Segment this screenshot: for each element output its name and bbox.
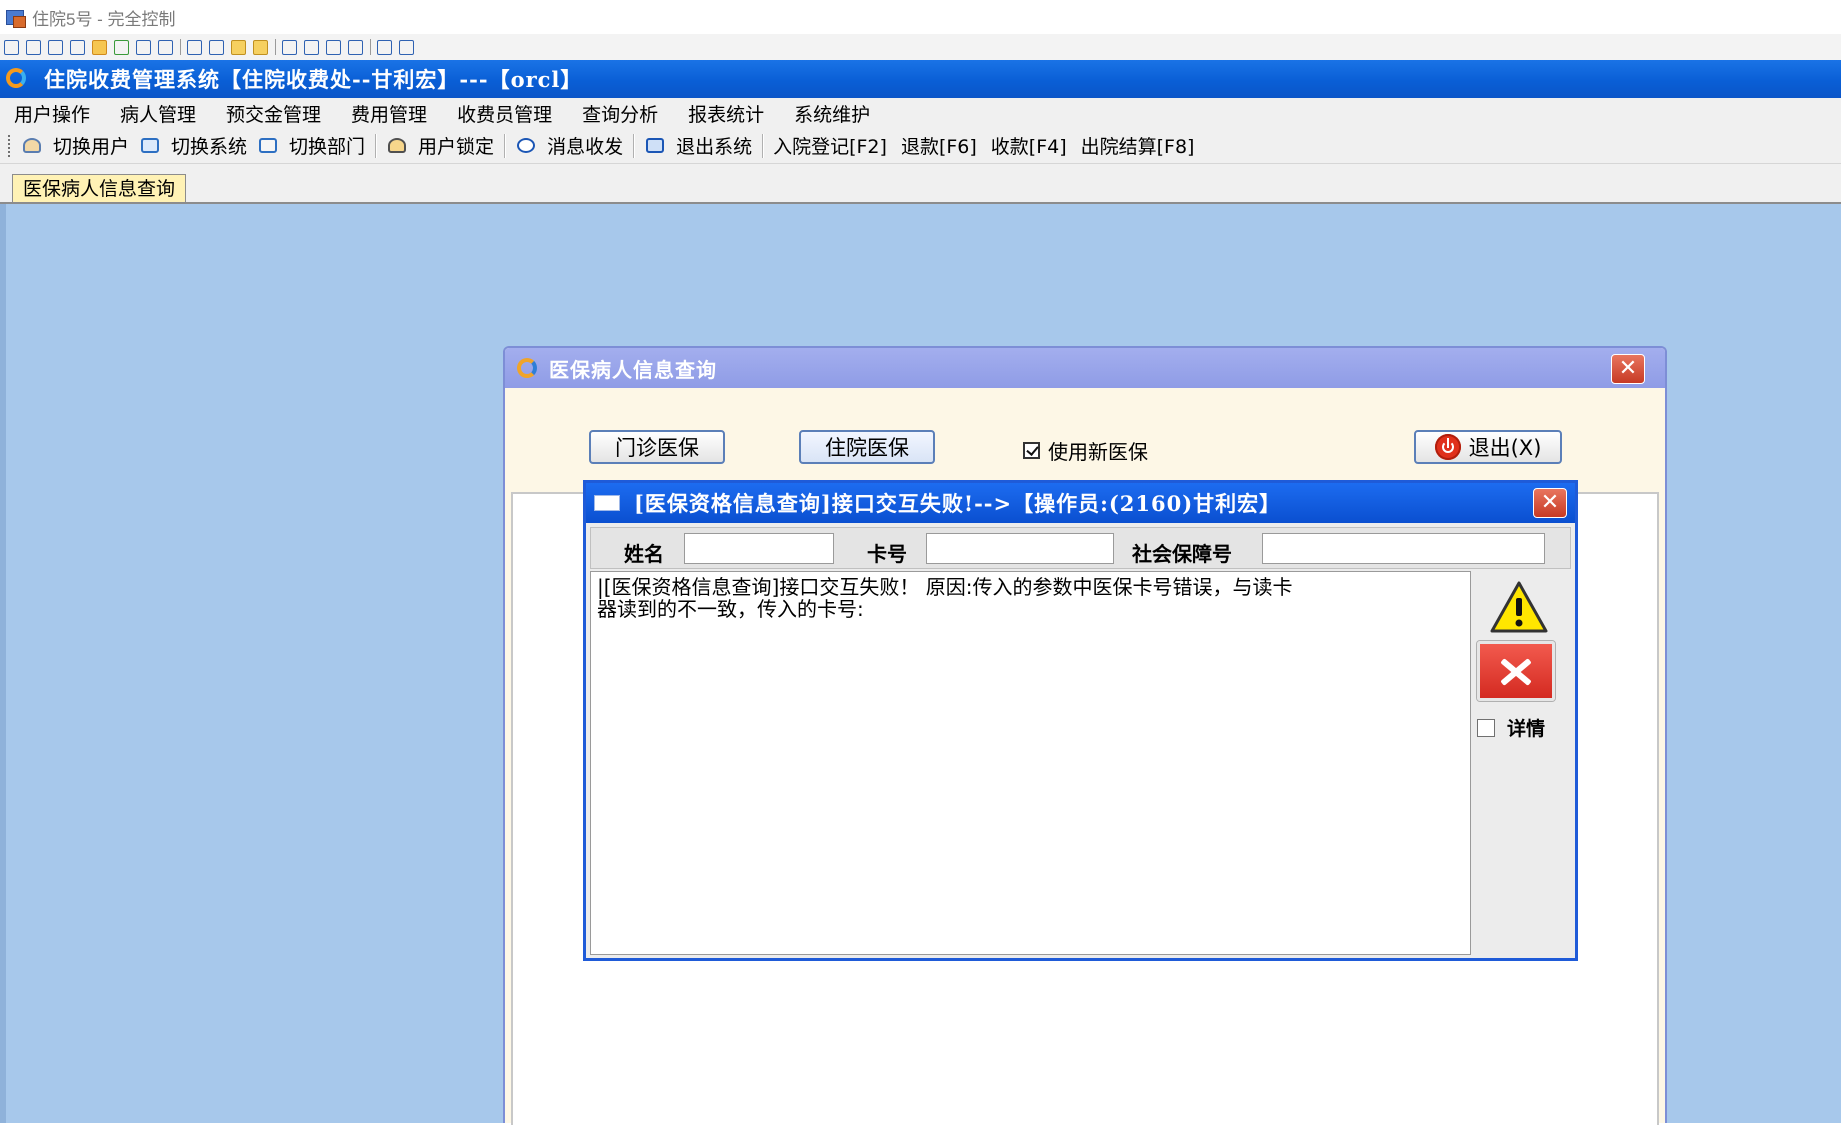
- menu-item-fee-mgmt[interactable]: 费用管理: [351, 100, 427, 127]
- toolbar-separator: [180, 39, 181, 55]
- toolbar-separator: [275, 39, 276, 55]
- menu-item-reports[interactable]: 报表统计: [688, 100, 764, 127]
- social-security-field[interactable]: [1262, 533, 1545, 564]
- menu-item-patient-mgmt[interactable]: 病人管理: [120, 100, 196, 127]
- inpatient-insurance-button[interactable]: 住院医保: [799, 430, 935, 464]
- menu-item-system-maintenance[interactable]: 系统维护: [794, 100, 870, 127]
- toolbar-grip[interactable]: [8, 134, 13, 157]
- exit-button-label: 退出(X): [1468, 436, 1542, 460]
- remote-tool-icon[interactable]: [187, 39, 202, 55]
- remote-tool-icon[interactable]: [70, 39, 85, 55]
- use-new-insurance-label: 使用新医保: [1048, 440, 1148, 464]
- remote-toolbar: [0, 34, 1841, 60]
- card-label: 卡号: [867, 542, 907, 566]
- remote-tool-icon[interactable]: [231, 39, 246, 55]
- switch-system-label: 切换系统: [171, 136, 248, 158]
- messages-button[interactable]: 消息收发: [515, 132, 623, 159]
- remote-tool-icon[interactable]: [253, 39, 268, 55]
- switch-user-button[interactable]: 切换用户: [21, 132, 129, 159]
- use-new-insurance-checkbox[interactable]: 使用新医保: [1023, 436, 1148, 465]
- remote-tool-icon[interactable]: [158, 39, 173, 55]
- insurance-query-titlebar[interactable]: 医保病人信息查询 ✕: [505, 348, 1665, 388]
- power-icon: [1434, 434, 1461, 460]
- menu-bar: 用户操作 病人管理 预交金管理 费用管理 收费员管理 查询分析 报表统计 系统维…: [0, 98, 1841, 128]
- menu-item-prepayment-mgmt[interactable]: 预交金管理: [226, 100, 321, 127]
- remote-tool-icon[interactable]: [48, 39, 63, 55]
- app-title: 住院收费管理系统【住院收费处--甘利宏】---【orcl】: [44, 67, 583, 92]
- exit-button[interactable]: 退出(X): [1414, 430, 1562, 464]
- warning-icon: [1490, 581, 1548, 633]
- switch-user-label: 切换用户: [53, 136, 130, 158]
- remote-tool-icon[interactable]: [326, 39, 341, 55]
- exit-icon: [644, 135, 668, 157]
- main-toolbar: 切换用户 切换系统 切换部门 用户锁定 消息收发 退出系统 入院登记[F2] 退…: [0, 128, 1841, 164]
- window-icon: [594, 495, 620, 511]
- card-number-field[interactable]: [926, 533, 1114, 564]
- messages-label: 消息收发: [547, 136, 624, 158]
- error-dialog-titlebar[interactable]: [医保资格信息查询]接口交互失败!-->【操作员:(2160)甘利宏】 ✕: [586, 483, 1575, 523]
- checkbox-checked-icon[interactable]: [1023, 442, 1040, 459]
- exit-system-button[interactable]: 退出系统: [644, 132, 752, 159]
- close-icon[interactable]: ✕: [1611, 354, 1645, 384]
- exit-system-label: 退出系统: [676, 136, 753, 158]
- admission-button[interactable]: 入院登记[F2]: [773, 132, 887, 159]
- toolbar-separator: [375, 133, 377, 158]
- user-lock-label: 用户锁定: [418, 136, 495, 158]
- insurance-query-title: 医保病人信息查询: [549, 357, 717, 382]
- toolbar-separator: [504, 133, 506, 158]
- collect-button[interactable]: 收款[F4]: [991, 132, 1067, 159]
- detail-label: 详情: [1507, 718, 1546, 740]
- menu-item-user-ops[interactable]: 用户操作: [14, 100, 90, 127]
- detail-checkbox-box[interactable]: [1477, 718, 1495, 737]
- menu-item-cashier-mgmt[interactable]: 收费员管理: [457, 100, 552, 127]
- outpatient-insurance-button[interactable]: 门诊医保: [589, 430, 725, 464]
- name-label: 姓名: [624, 542, 664, 566]
- remote-tool-icon[interactable]: [136, 39, 151, 55]
- switch-user-icon: [21, 135, 45, 157]
- switch-system-icon: [139, 135, 163, 157]
- remote-tool-icon[interactable]: [4, 39, 19, 55]
- refund-button[interactable]: 退款[F6]: [901, 132, 977, 159]
- remote-tool-icon[interactable]: [377, 39, 392, 55]
- switch-dept-button[interactable]: 切换部门: [257, 132, 365, 159]
- error-message-textarea[interactable]: |[医保资格信息查询]接口交互失败！ 原因:传入的参数中医保卡号错误，与读卡 器…: [590, 571, 1471, 955]
- menu-item-query-analysis[interactable]: 查询分析: [582, 100, 658, 127]
- toolbar-separator: [762, 133, 764, 158]
- user-lock-button[interactable]: 用户锁定: [386, 132, 494, 159]
- tab-strip: 医保病人信息查询: [0, 164, 1841, 204]
- ssn-label: 社会保障号: [1132, 542, 1232, 566]
- error-dialog-title: [医保资格信息查询]接口交互失败!-->【操作员:(2160)甘利宏】: [634, 491, 1282, 516]
- remote-window-title: 住院5号 - 完全控制: [32, 9, 176, 29]
- app-titlebar: 住院收费管理系统【住院收费处--甘利宏】---【orcl】: [0, 60, 1841, 98]
- error-dialog: [医保资格信息查询]接口交互失败!-->【操作员:(2160)甘利宏】 ✕ 姓名…: [583, 480, 1578, 961]
- remote-tool-icon[interactable]: [114, 39, 129, 55]
- switch-dept-label: 切换部门: [289, 136, 366, 158]
- app-logo-icon: [4, 66, 30, 92]
- toolbar-separator: [633, 133, 635, 158]
- patient-fields-row: 姓名 卡号 社会保障号: [590, 527, 1571, 569]
- remote-app-icon: [4, 7, 26, 28]
- tab-insurance-query[interactable]: 医保病人信息查询: [12, 174, 187, 203]
- remote-tool-icon[interactable]: [282, 39, 297, 55]
- remote-tool-icon[interactable]: [92, 39, 107, 55]
- dialog-logo-icon: [515, 355, 541, 381]
- detail-checkbox[interactable]: 详情: [1477, 714, 1545, 741]
- info-icon: [515, 135, 539, 157]
- remote-tool-icon[interactable]: [399, 39, 414, 55]
- remote-window-titlebar: 住院5号 - 完全控制: [0, 0, 1841, 34]
- user-lock-icon: [386, 135, 410, 157]
- error-icon: [1477, 641, 1555, 701]
- switch-dept-icon: [257, 135, 281, 157]
- remote-tool-icon[interactable]: [304, 39, 319, 55]
- toolbar-separator: [370, 39, 371, 55]
- discharge-button[interactable]: 出院结算[F8]: [1081, 132, 1195, 159]
- remote-tool-icon[interactable]: [348, 39, 363, 55]
- switch-system-button[interactable]: 切换系统: [139, 132, 247, 159]
- close-icon[interactable]: ✕: [1533, 488, 1567, 518]
- remote-tool-icon[interactable]: [209, 39, 224, 55]
- remote-tool-icon[interactable]: [26, 39, 41, 55]
- name-field[interactable]: [684, 533, 834, 564]
